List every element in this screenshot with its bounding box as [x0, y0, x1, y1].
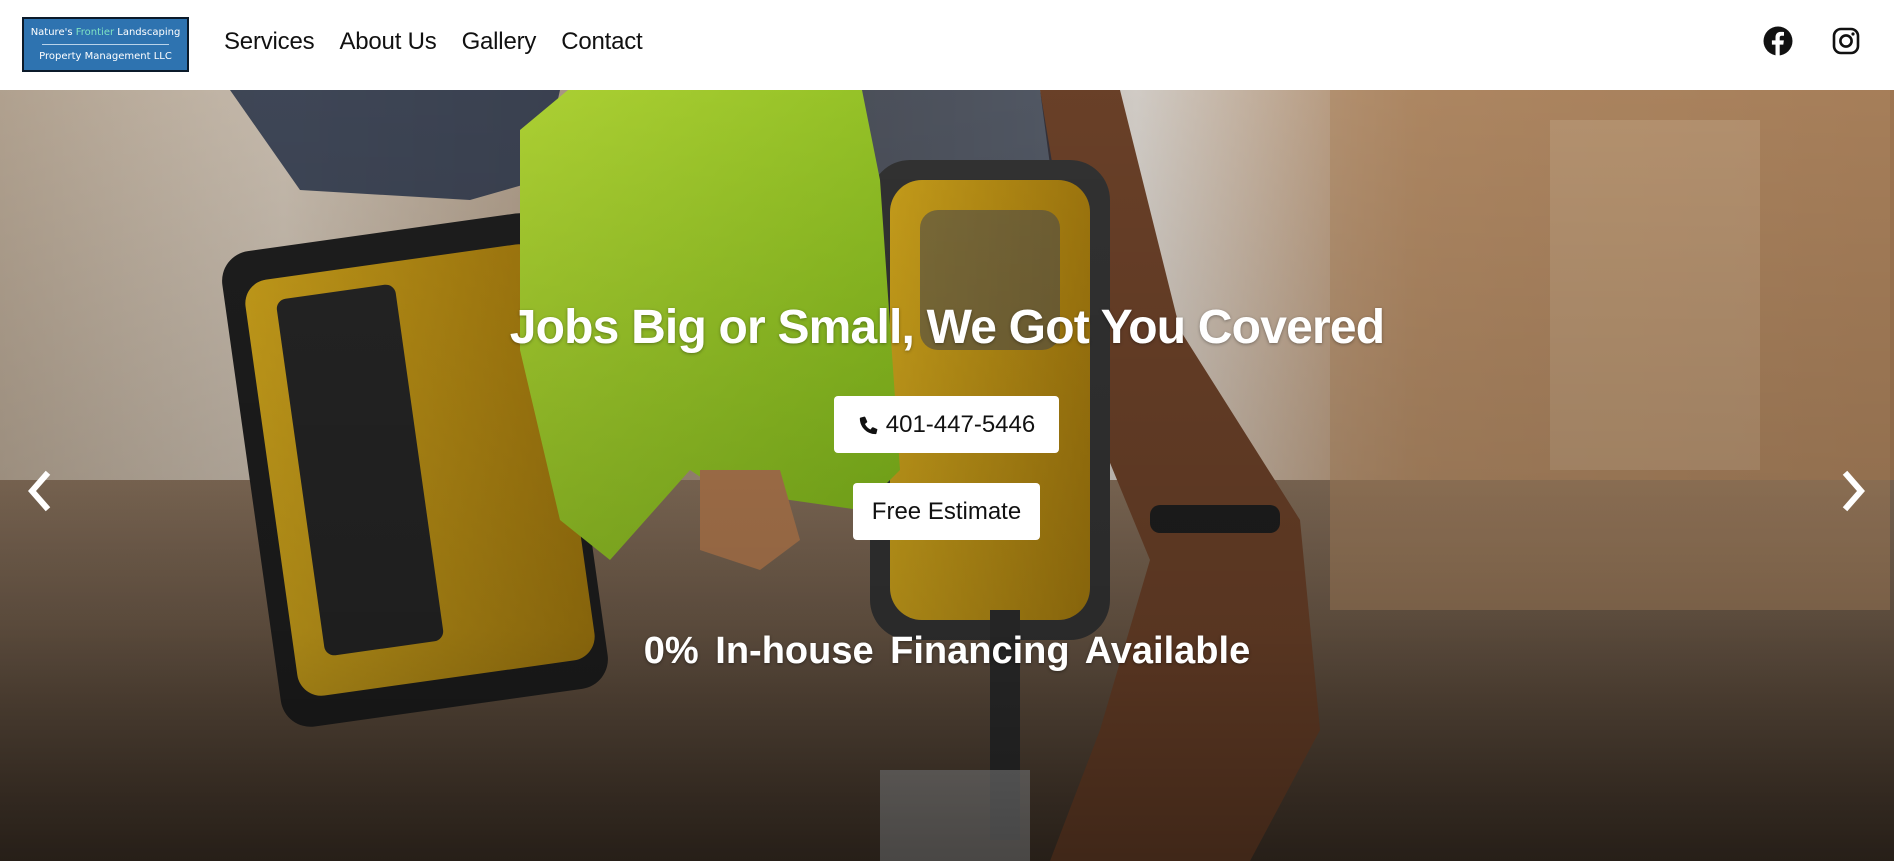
- site-header: Nature's Frontier Landscaping Property M…: [0, 0, 1894, 90]
- hero-slider: Jobs Big or Small, We Got You Covered 40…: [0, 90, 1894, 861]
- free-estimate-button[interactable]: Free Estimate: [853, 483, 1040, 540]
- phone-icon: [859, 416, 878, 434]
- financing-banner: 0% In-house Financing Available: [643, 630, 1251, 672]
- company-logo[interactable]: Nature's Frontier Landscaping Property M…: [22, 17, 189, 72]
- nav-contact[interactable]: Contact: [561, 28, 643, 56]
- logo-line-1: Nature's Frontier Landscaping: [31, 27, 181, 39]
- logo-text-natures: Nature's: [30, 27, 76, 38]
- chevron-left-icon[interactable]: [24, 470, 54, 512]
- hero-headline: Jobs Big or Small, We Got You Covered: [509, 301, 1385, 354]
- logo-divider: [41, 43, 170, 45]
- logo-text-landscaping: Landscaping: [114, 27, 181, 38]
- nav-services[interactable]: Services: [224, 28, 315, 56]
- instagram-icon[interactable]: [1831, 26, 1861, 56]
- nav-about-us[interactable]: About Us: [339, 28, 436, 56]
- nav-gallery[interactable]: Gallery: [462, 28, 537, 56]
- call-phone-button[interactable]: 401-447-5446: [834, 396, 1059, 453]
- logo-text-frontier: Frontier: [75, 27, 115, 38]
- phone-number-label: 401-447-5446: [885, 410, 1036, 438]
- chevron-right-icon[interactable]: [1839, 470, 1869, 512]
- hero-overlay: [0, 90, 1894, 861]
- facebook-icon[interactable]: [1763, 26, 1793, 56]
- logo-line-2: Property Management LLC: [39, 50, 172, 62]
- main-nav: Services About Us Gallery Contact: [224, 28, 668, 56]
